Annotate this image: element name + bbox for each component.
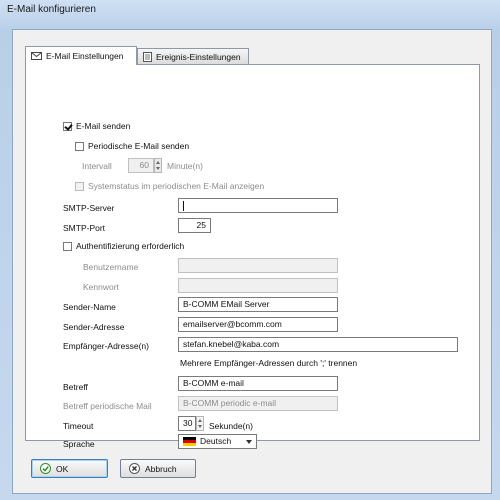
- interval-label: Intervall: [82, 161, 112, 171]
- language-value: Deutsch: [200, 436, 232, 446]
- subject-label: Betreff: [63, 382, 88, 392]
- periodic-email-label: Periodische E-Mail senden: [88, 141, 190, 151]
- window-title: E-Mail konfigurieren: [7, 4, 96, 15]
- sender-address-input[interactable]: emailserver@bcomm.com: [178, 317, 338, 332]
- ok-button-label: OK: [56, 463, 69, 474]
- interval-unit-label: Minute(n): [167, 161, 203, 171]
- auth-required-label: Authentifizierung erforderlich: [76, 241, 185, 251]
- ok-button[interactable]: OK: [31, 459, 108, 478]
- sender-address-label: Sender-Adresse: [63, 322, 125, 332]
- timeout-input[interactable]: 30: [178, 416, 196, 431]
- recipient-input[interactable]: stefan.knebel@kaba.com: [178, 337, 458, 352]
- periodic-email-checkbox[interactable]: [75, 142, 84, 151]
- language-dropdown[interactable]: Deutsch: [178, 434, 257, 449]
- chevron-down-icon: [246, 440, 252, 444]
- email-config-window: E-Mail konfigurieren E-Mail Einstellunge…: [0, 0, 500, 500]
- email-send-checkbox[interactable]: [63, 122, 72, 131]
- envelope-icon: [31, 52, 42, 60]
- timeout-label: Timeout: [63, 421, 94, 431]
- cancel-button-label: Abbruch: [145, 463, 177, 474]
- language-label: Sprache: [63, 439, 95, 449]
- periodic-subject-input[interactable]: B-COMM periodic e-mail: [178, 396, 338, 411]
- tab-event-settings-label: Ereignis-Einstellungen: [156, 51, 241, 62]
- password-input[interactable]: [178, 278, 338, 293]
- document-icon: [143, 51, 152, 62]
- interval-spinner[interactable]: [154, 158, 162, 173]
- tab-email-settings-label: E-Mail Einstellungen: [46, 51, 124, 61]
- dialog-client-area: E-Mail Einstellungen Ereignis-Einstellun…: [12, 29, 492, 494]
- sender-name-label: Sender-Name: [63, 302, 116, 312]
- username-label: Benutzername: [83, 262, 139, 272]
- german-flag-icon: [183, 437, 196, 446]
- cancel-x-icon: [129, 463, 140, 474]
- username-input[interactable]: [178, 258, 338, 273]
- tab-event-settings[interactable]: Ereignis-Einstellungen: [137, 48, 249, 64]
- text-caret: [183, 200, 184, 211]
- smtp-server-label: SMTP-Server: [63, 203, 115, 213]
- subject-input[interactable]: B-COMM e-mail: [178, 376, 338, 391]
- email-send-label: E-Mail senden: [76, 121, 131, 131]
- interval-input[interactable]: 60: [128, 158, 154, 173]
- auth-required-checkbox[interactable]: [63, 242, 72, 251]
- timeout-unit-label: Sekunde(n): [209, 421, 253, 431]
- password-label: Kennwort: [83, 282, 119, 292]
- system-status-checkbox[interactable]: [75, 182, 84, 191]
- periodic-subject-label: Betreff periodische Mail: [63, 401, 152, 411]
- sender-name-input[interactable]: B-COMM EMail Server: [178, 297, 338, 312]
- email-settings-panel: E-Mail senden Periodische E-Mail senden …: [25, 64, 480, 449]
- smtp-server-input[interactable]: [178, 198, 338, 213]
- checkmark-icon: [40, 463, 51, 474]
- timeout-spinner[interactable]: [196, 416, 204, 431]
- recipient-label: Empfänger-Adresse(n): [63, 341, 149, 351]
- recipient-hint: Mehrere Empfänger-Adressen durch ';' tre…: [180, 358, 358, 368]
- smtp-port-label: SMTP-Port: [63, 223, 106, 233]
- tab-email-settings[interactable]: E-Mail Einstellungen: [25, 46, 137, 65]
- smtp-port-input[interactable]: 25: [178, 218, 211, 233]
- system-status-label: Systemstatus im periodischen E-Mail anze…: [88, 181, 265, 191]
- cancel-button[interactable]: Abbruch: [120, 459, 196, 478]
